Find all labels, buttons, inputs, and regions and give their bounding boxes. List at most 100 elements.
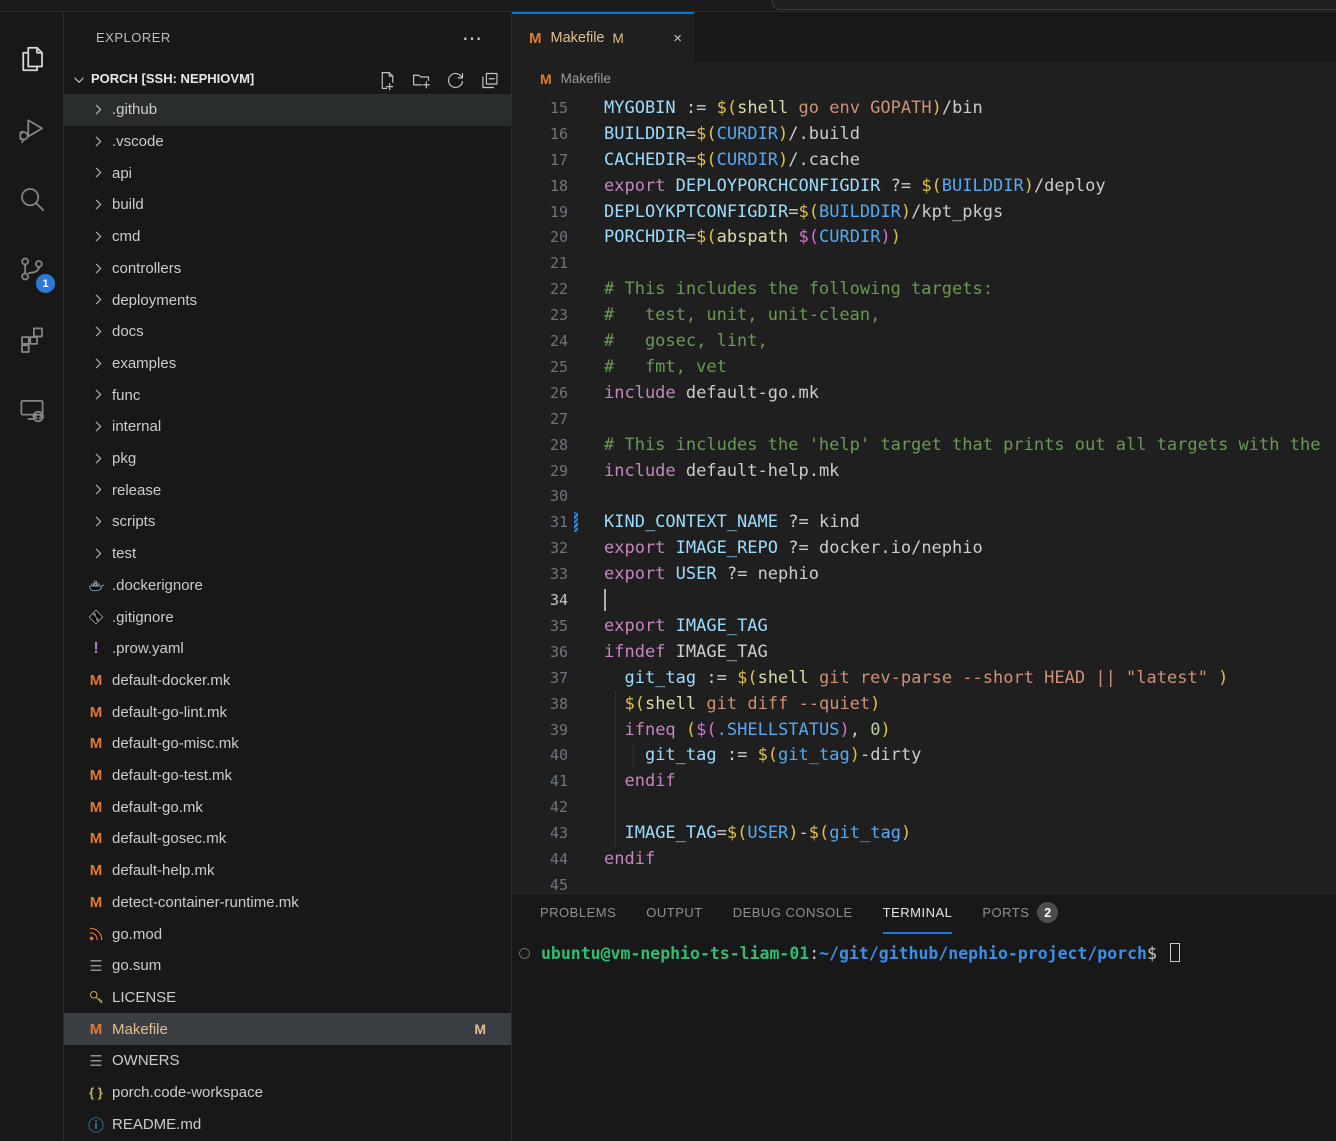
code-line-33[interactable]: 33export USER ?= nephio [512, 561, 1336, 587]
folder-controllers[interactable]: controllers [64, 253, 512, 285]
file-porch.code-workspace[interactable]: { }porch.code-workspace [64, 1077, 512, 1109]
ellipsis-icon[interactable]: ⋯ [462, 26, 482, 51]
folder-.github[interactable]: .github [64, 94, 512, 126]
code-line-17[interactable]: 17CACHEDIR=$(CURDIR)/.cache [512, 147, 1336, 173]
code-line-16[interactable]: 16BUILDDIR=$(CURDIR)/.build [512, 121, 1336, 147]
code-line-45[interactable]: 45 [512, 872, 1336, 893]
code-line-26[interactable]: 26include default-go.mk [512, 380, 1336, 406]
line-number: 16 [512, 125, 568, 143]
line-number: 29 [512, 462, 568, 480]
panel-tab-terminal[interactable]: TERMINAL [883, 902, 953, 934]
file-detect-container-runtime.mk[interactable]: Mdetect-container-runtime.mk [64, 887, 512, 919]
code-line-23[interactable]: 23# test, unit, unit-clean, [512, 302, 1336, 328]
tree-item-label: api [112, 165, 132, 182]
activity-source-control[interactable]: 1 [0, 247, 64, 295]
tree-item-label: default-go.mk [112, 799, 203, 816]
code-line-38[interactable]: 38 $(shell git diff --quiet) [512, 691, 1336, 717]
folder-api[interactable]: api [64, 157, 512, 189]
file-README.md[interactable]: ⓘREADME.md [64, 1108, 512, 1140]
refresh-icon[interactable] [445, 70, 466, 96]
file-default-go-misc.mk[interactable]: Mdefault-go-misc.mk [64, 728, 512, 760]
file-default-go.mk[interactable]: Mdefault-go.mk [64, 791, 512, 823]
file-default-docker.mk[interactable]: Mdefault-docker.mk [64, 665, 512, 697]
tree-item-label: README.md [112, 1116, 201, 1133]
folder-build[interactable]: build [64, 189, 512, 221]
tree-item-label: LICENSE [112, 989, 176, 1006]
folder-scripts[interactable]: scripts [64, 506, 512, 538]
file-default-gosec.mk[interactable]: Mdefault-gosec.mk [64, 823, 512, 855]
code-line-27[interactable]: 27 [512, 406, 1336, 432]
file-.dockerignore[interactable]: .dockerignore [64, 570, 512, 602]
panel-tab-debug-console[interactable]: DEBUG CONSOLE [733, 902, 853, 934]
activity-explorer[interactable] [0, 37, 64, 85]
activity-run-and-debug[interactable] [0, 107, 64, 155]
code-line-44[interactable]: 44endif [512, 846, 1336, 872]
folder-test[interactable]: test [64, 538, 512, 570]
code-line-41[interactable]: 41 endif [512, 768, 1336, 794]
close-icon[interactable]: × [673, 30, 682, 47]
code-line-20[interactable]: 20PORCHDIR=$(abspath $(CURDIR)) [512, 225, 1336, 251]
folder-deployments[interactable]: deployments [64, 284, 512, 316]
folder-internal[interactable]: internal [64, 411, 512, 443]
new-folder-icon[interactable] [411, 70, 432, 96]
terminal[interactable]: ubuntu@vm-nephio-ts-liam-01:~/git/github… [541, 943, 1180, 963]
file-go.mod[interactable]: go.mod [64, 918, 512, 950]
code-line-39[interactable]: 39 ifneq ($(.SHELLSTATUS), 0) [512, 717, 1336, 743]
tab-makefile[interactable]: M Makefile M × [512, 12, 694, 62]
folder-pkg[interactable]: pkg [64, 443, 512, 475]
file-Makefile[interactable]: MMakefileM [64, 1013, 512, 1045]
code-line-40[interactable]: 40 git_tag := $(git_tag)-dirty [512, 743, 1336, 769]
breadcrumb-item[interactable]: Makefile [561, 71, 611, 86]
folder-examples[interactable]: examples [64, 348, 512, 380]
panel-tab-problems[interactable]: PROBLEMS [540, 902, 616, 934]
code-line-37[interactable]: 37 git_tag := $(shell git rev-parse --sh… [512, 665, 1336, 691]
folder-docs[interactable]: docs [64, 316, 512, 348]
folder-release[interactable]: release [64, 474, 512, 506]
command-decoration-icon [519, 948, 530, 959]
code-line-36[interactable]: 36ifndef IMAGE_TAG [512, 639, 1336, 665]
line-number: 30 [512, 487, 568, 505]
code-line-21[interactable]: 21 [512, 250, 1336, 276]
folder-func[interactable]: func [64, 379, 512, 411]
new-file-icon[interactable] [377, 70, 398, 96]
panel-tab-output[interactable]: OUTPUT [646, 902, 702, 934]
code-line-24[interactable]: 24# gosec, lint, [512, 328, 1336, 354]
collapse-all-icon[interactable] [479, 70, 500, 96]
file-LICENSE[interactable]: LICENSE [64, 982, 512, 1014]
panel-tab-ports[interactable]: PORTS2 [982, 902, 1058, 934]
code-line-34[interactable]: 34 [512, 587, 1336, 613]
code-line-43[interactable]: 43 IMAGE_TAG=$(USER)-$(git_tag) [512, 820, 1336, 846]
file-default-go-lint.mk[interactable]: Mdefault-go-lint.mk [64, 696, 512, 728]
file-default-go-test.mk[interactable]: Mdefault-go-test.mk [64, 760, 512, 792]
line-number: 31 [512, 513, 568, 531]
code-line-30[interactable]: 30 [512, 484, 1336, 510]
explorer-actions [377, 70, 500, 96]
code-area[interactable]: 15MYGOBIN := $(shell go env GOPATH)/bin1… [512, 95, 1336, 893]
code-line-22[interactable]: 22# This includes the following targets: [512, 276, 1336, 302]
folder-cmd[interactable]: cmd [64, 221, 512, 253]
command-center[interactable] [772, 0, 1336, 10]
folder-.vscode[interactable]: .vscode [64, 126, 512, 158]
activity-remote-explorer[interactable] [0, 387, 64, 435]
code-line-35[interactable]: 35export IMAGE_TAG [512, 613, 1336, 639]
file-.prow.yaml[interactable]: !.prow.yaml [64, 633, 512, 665]
code-line-42[interactable]: 42 [512, 794, 1336, 820]
code-line-25[interactable]: 25# fmt, vet [512, 354, 1336, 380]
workspace-section-header[interactable]: PORCH [SSH: NEPHIOVM] [64, 66, 512, 94]
makefile-icon: M [82, 894, 110, 911]
file-go.sum[interactable]: ☰go.sum [64, 950, 512, 982]
code-line-31[interactable]: 31KIND_CONTEXT_NAME ?= kind [512, 509, 1336, 535]
code-line-18[interactable]: 18export DEPLOYPORCHCONFIGDIR ?= $(BUILD… [512, 173, 1336, 199]
code-line-28[interactable]: 28# This includes the 'help' target that… [512, 432, 1336, 458]
tree-item-label: go.sum [112, 957, 161, 974]
code-line-15[interactable]: 15MYGOBIN := $(shell go env GOPATH)/bin [512, 95, 1336, 121]
activity-extensions[interactable] [0, 317, 64, 365]
file-.gitignore[interactable]: .gitignore [64, 601, 512, 633]
activity-search[interactable] [0, 177, 64, 225]
code-line-32[interactable]: 32export IMAGE_REPO ?= docker.io/nephio [512, 535, 1336, 561]
code-text: ifneq ($(.SHELLSTATUS), 0) [604, 720, 891, 740]
file-default-help.mk[interactable]: Mdefault-help.mk [64, 855, 512, 887]
file-OWNERS[interactable]: ☰OWNERS [64, 1045, 512, 1077]
code-line-19[interactable]: 19DEPLOYKPTCONFIGDIR=$(BUILDDIR)/kpt_pkg… [512, 199, 1336, 225]
code-line-29[interactable]: 29include default-help.mk [512, 458, 1336, 484]
